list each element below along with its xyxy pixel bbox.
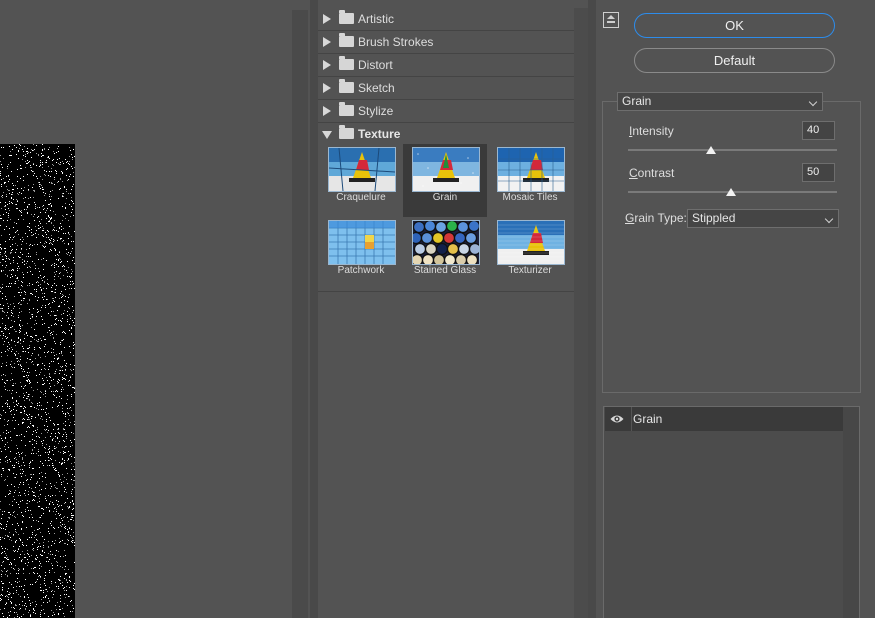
- pane-divider[interactable]: [588, 0, 596, 618]
- thumb-label: Craquelure: [336, 192, 386, 203]
- thumb-label: Grain: [432, 192, 458, 203]
- gallery-scrollbar[interactable]: [574, 8, 588, 618]
- category-distort[interactable]: Distort: [318, 54, 574, 77]
- category-label: Artistic: [358, 12, 394, 26]
- mosaic-tiles-thumbnail: [497, 147, 565, 192]
- expand-arrow-icon: [323, 106, 331, 116]
- expand-arrow-icon: [323, 37, 331, 47]
- layer-separator: [631, 407, 632, 431]
- preview-scrollbar[interactable]: [292, 10, 308, 618]
- category-texture[interactable]: Texture: [318, 123, 574, 145]
- folder-icon: [339, 33, 354, 47]
- gallery-divider: [318, 291, 574, 292]
- category-artistic[interactable]: Artistic: [318, 8, 574, 31]
- filter-thumb-patchwork[interactable]: Patchwork: [319, 217, 403, 289]
- effect-layers-panel: [603, 406, 860, 618]
- preview-pane[interactable]: [0, 0, 310, 618]
- folder-icon: [339, 102, 354, 116]
- collapse-gallery-icon[interactable]: [603, 12, 619, 28]
- grain-type-label: Grain Type:: [625, 211, 687, 225]
- thumb-label: Mosaic Tiles: [502, 192, 558, 203]
- contrast-label: Contrast: [629, 166, 675, 180]
- category-label: Distort: [358, 58, 393, 72]
- filter-settings-panel: [602, 101, 861, 393]
- intensity-input[interactable]: 40: [802, 121, 835, 140]
- folder-open-icon: [339, 125, 354, 139]
- stained-glass-thumbnail: [412, 220, 480, 265]
- chevron-down-icon: [824, 214, 834, 224]
- intensity-label: Intensity: [629, 124, 674, 138]
- category-label: Texture: [358, 127, 401, 141]
- folder-icon: [339, 10, 354, 24]
- collapse-arrow-icon: [322, 131, 332, 139]
- filter-thumb-stained-glass[interactable]: Stained Glass: [403, 217, 487, 289]
- filter-thumb-craquelure[interactable]: Craquelure: [319, 144, 403, 216]
- contrast-slider-handle[interactable]: [726, 188, 736, 196]
- grain-type-select[interactable]: Stippled: [687, 209, 839, 228]
- expand-arrow-icon: [323, 83, 331, 93]
- filter-thumb-grain[interactable]: Grain: [403, 144, 487, 217]
- category-sketch[interactable]: Sketch: [318, 77, 574, 100]
- expand-arrow-icon: [323, 60, 331, 70]
- category-label: Brush Strokes: [358, 35, 434, 49]
- thumb-label: Patchwork: [337, 265, 385, 276]
- pane-divider[interactable]: [310, 0, 318, 618]
- grain-type-value: Stippled: [692, 211, 736, 225]
- thumb-label: Stained Glass: [413, 265, 477, 276]
- filter-thumb-texturizer[interactable]: Texturizer: [488, 217, 572, 289]
- category-stylize[interactable]: Stylize: [318, 100, 574, 123]
- eye-icon[interactable]: [610, 413, 624, 425]
- expand-arrow-icon: [323, 14, 331, 24]
- grain-thumbnail: [412, 147, 480, 192]
- category-label: Sketch: [358, 81, 395, 95]
- thumb-label: Texturizer: [508, 265, 552, 276]
- effect-layer-label: Grain: [633, 412, 663, 426]
- category-label: Stylize: [358, 104, 394, 118]
- folder-icon: [339, 56, 354, 70]
- ok-button[interactable]: OK: [634, 13, 835, 38]
- folder-icon: [339, 79, 354, 93]
- filter-gallery: Artistic Brush Strokes Distort Sketch St…: [318, 8, 574, 618]
- patchwork-thumbnail: [328, 220, 396, 265]
- chevron-down-icon: [808, 97, 818, 107]
- filter-select[interactable]: Grain: [617, 92, 823, 111]
- layers-scrollbar[interactable]: [843, 407, 859, 618]
- category-brush-strokes[interactable]: Brush Strokes: [318, 31, 574, 54]
- intensity-slider[interactable]: [628, 149, 837, 151]
- craquelure-thumbnail: [328, 147, 396, 192]
- texturizer-thumbnail: [497, 220, 565, 265]
- filter-select-value: Grain: [622, 94, 652, 108]
- effect-layer-row[interactable]: Grain: [605, 407, 843, 431]
- intensity-slider-handle[interactable]: [706, 146, 716, 154]
- default-button[interactable]: Default: [634, 48, 835, 73]
- preview-image: [0, 144, 75, 618]
- filter-thumb-mosaic-tiles[interactable]: Mosaic Tiles: [488, 144, 572, 216]
- contrast-input[interactable]: 50: [802, 163, 835, 182]
